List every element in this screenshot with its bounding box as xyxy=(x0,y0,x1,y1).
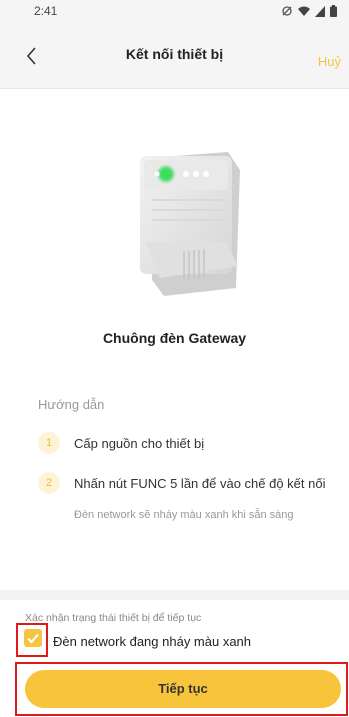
gateway-device-image xyxy=(140,152,240,296)
guide-label: Hướng dẫn xyxy=(38,397,105,412)
device-name: Chuông đèn Gateway xyxy=(102,330,247,346)
signal-icon xyxy=(315,5,325,17)
header: Kết nối thiết bị Huỷ xyxy=(0,24,349,89)
guide-step: 1 Cấp nguồn cho thiết bị xyxy=(38,432,204,454)
mute-icon xyxy=(282,6,292,16)
cancel-button[interactable]: Huỷ xyxy=(318,54,341,69)
back-button[interactable] xyxy=(18,42,46,70)
continue-button[interactable]: Tiếp tục xyxy=(25,670,341,708)
step-number-badge: 1 xyxy=(38,432,60,454)
checkbox-label[interactable]: Đèn network đang nháy màu xanh xyxy=(53,634,251,649)
status-icons xyxy=(281,5,337,17)
page-title: Kết nối thiết bị xyxy=(125,46,224,62)
battery-icon xyxy=(330,5,337,17)
wifi-icon xyxy=(298,6,310,16)
confirm-checkbox[interactable] xyxy=(24,629,42,647)
checkmark-icon xyxy=(27,633,39,644)
status-bar: 2:41 xyxy=(0,0,349,24)
guide-step: 2 Nhấn nút FUNC 5 lần để vào chế độ kết … xyxy=(38,472,325,494)
guide-note: Đèn network sẽ nháy màu xanh khi sẵn sàn… xyxy=(74,509,294,521)
step-text: Cấp nguồn cho thiết bị xyxy=(74,435,205,451)
section-divider xyxy=(0,590,349,600)
step-text: Nhấn nút FUNC 5 lần để vào chế độ kết nố… xyxy=(74,475,326,491)
status-time: 2:41 xyxy=(34,4,58,18)
step-number-badge: 2 xyxy=(38,472,60,494)
chevron-left-icon xyxy=(26,47,36,65)
confirm-label: Xác nhận trạng thái thiết bị để tiếp tục xyxy=(25,612,202,624)
